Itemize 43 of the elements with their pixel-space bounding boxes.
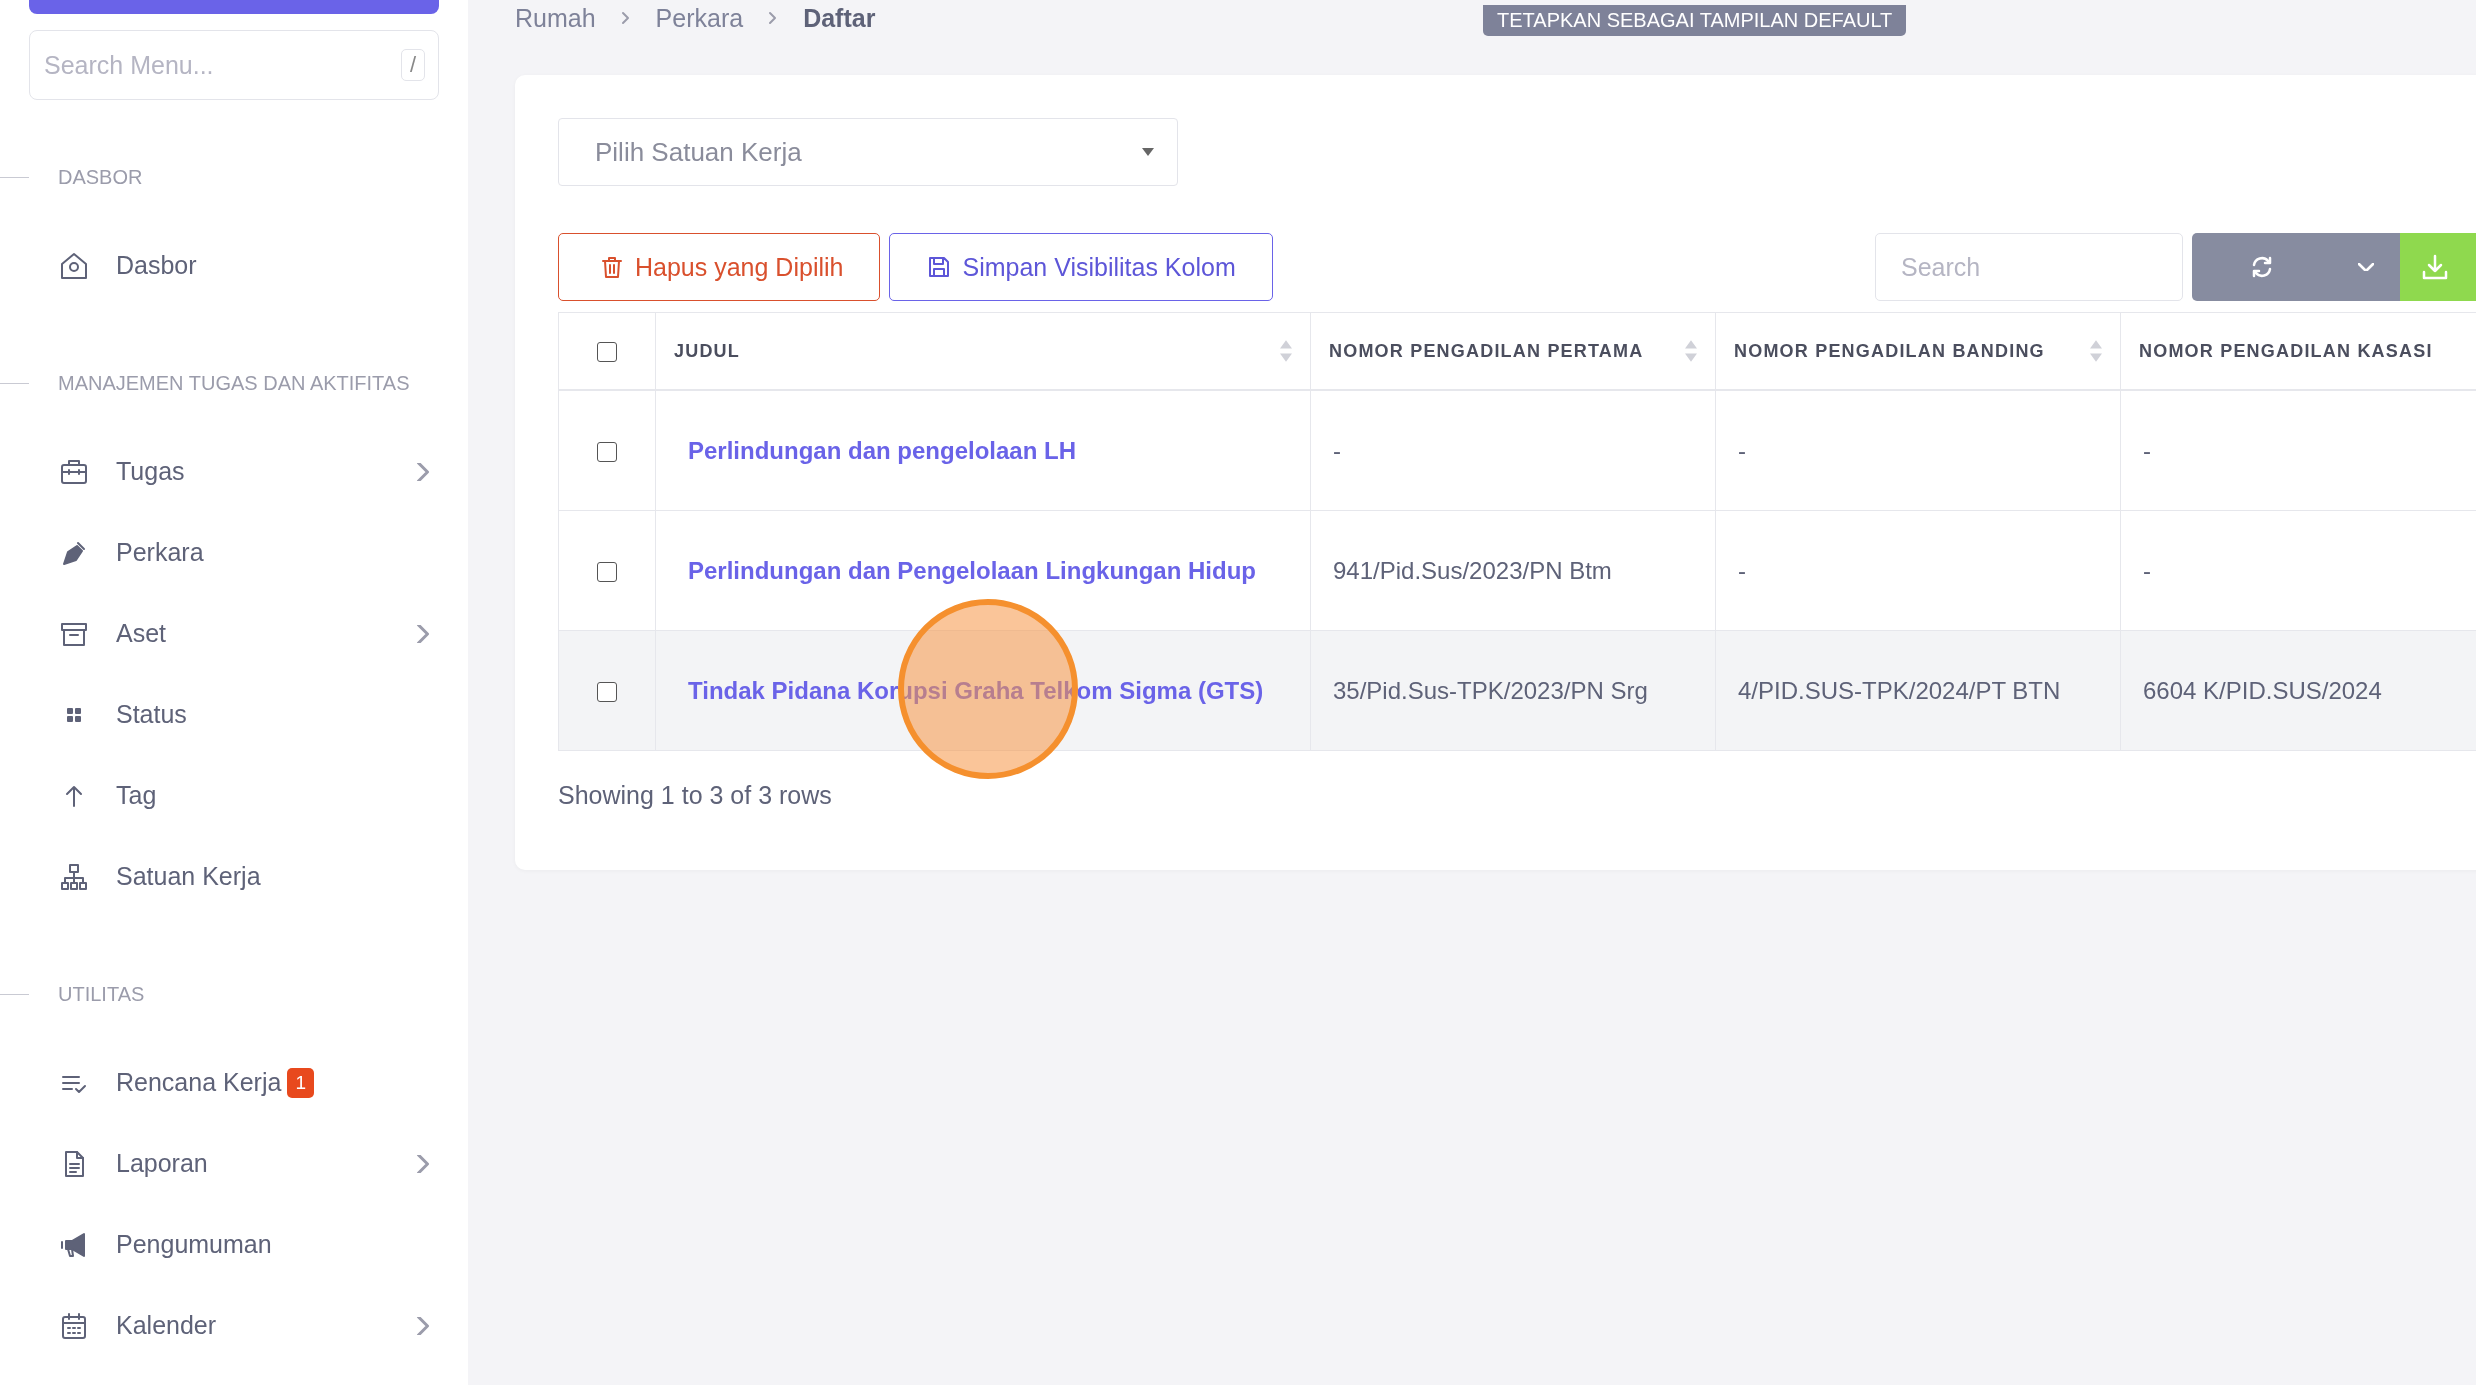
select-all-checkbox[interactable]	[597, 341, 617, 362]
section-title: DASBOR	[58, 166, 143, 189]
table-cell: 4/PID.SUS-TPK/2024/PT BTN	[1738, 676, 2061, 704]
table-cell: -	[2143, 556, 2151, 584]
sidebar-item[interactable]: Aset	[0, 593, 468, 674]
save-column-visibility-button[interactable]: Simpan Visibilitas Kolom	[889, 233, 1273, 301]
table-cell: -	[1738, 436, 1746, 464]
row-checkbox[interactable]	[597, 562, 617, 583]
work-unit-dropdown[interactable]: Pilih Satuan Kerja	[558, 118, 1178, 186]
caret-icon	[1141, 147, 1155, 157]
download-icon	[2420, 252, 2450, 282]
trash-icon	[599, 254, 625, 280]
count-badge: 1	[287, 1067, 314, 1098]
set-default-view-button[interactable]: TETAPKAN SEBAGAI TAMPILAN DEFAULT	[1483, 5, 1907, 36]
sidebar-item[interactable]: Tugas	[0, 431, 468, 512]
chevron-down-icon	[2358, 263, 2374, 271]
case-title-link[interactable]: Perlindungan dan pengelolaan LH	[688, 436, 1077, 464]
table-cell: 941/Pid.Sus/2023/PN Btm	[1333, 556, 1612, 584]
sidebar-item[interactable]: Rencana Kerja 1	[0, 1042, 468, 1123]
pagination-info: Showing 1 to 3 of 3 rows	[558, 781, 833, 810]
column-header[interactable]: JUDUL	[674, 340, 740, 362]
sidebar-item[interactable]: Dasbor	[0, 225, 468, 306]
breadcrumb-link[interactable]: Perkara	[655, 3, 744, 33]
sidebar-item[interactable]: Tag	[0, 755, 468, 836]
sidebar-item[interactable]: Perkara	[0, 512, 468, 593]
table-cell: -	[1738, 556, 1746, 584]
row-checkbox[interactable]	[597, 442, 617, 463]
breadcrumb-link[interactable]: Rumah	[515, 3, 596, 33]
sidebar-item[interactable]: Laporan	[0, 1123, 468, 1204]
sidebar-item[interactable]: Satuan Kerja	[0, 836, 468, 917]
table-cell: 6604 K/PID.SUS/2024	[2143, 676, 2382, 704]
section-title: MANAJEMEN TUGAS DAN AKTIFITAS	[58, 372, 410, 395]
sidebar-item[interactable]: Pengumuman	[0, 1204, 468, 1285]
row-checkbox[interactable]	[597, 682, 617, 703]
search-field[interactable]: Search	[1875, 233, 2183, 301]
delete-selected-button[interactable]: Hapus yang Dipilih	[558, 233, 881, 301]
table-cell: -	[1333, 436, 1341, 464]
section-title: UTILITAS	[58, 983, 145, 1006]
sidebar-item[interactable]: Status	[0, 674, 468, 755]
shortcut-key: /	[400, 49, 425, 81]
table-cell: 35/Pid.Sus-TPK/2023/PN Srg	[1333, 676, 1648, 704]
table-cell: -	[2143, 436, 2151, 464]
sidebar-item[interactable]: Kalender	[0, 1285, 468, 1366]
